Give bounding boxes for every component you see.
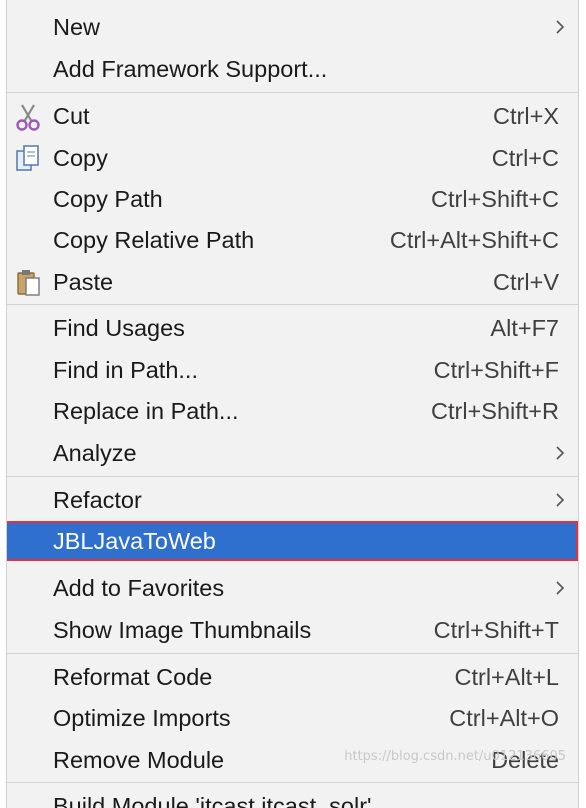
menu-item-reformat-code[interactable]: Reformat Code Ctrl+Alt+L — [7, 657, 578, 697]
menu-item-label: Copy Relative Path — [53, 227, 255, 253]
menu-item-label: Remove Module — [53, 747, 225, 773]
menu-item-label: New — [53, 14, 101, 40]
menu-item-shortcut: Ctrl+Shift+T — [433, 617, 559, 643]
scissors-icon — [16, 104, 40, 131]
menu-item-analyze[interactable]: Analyze — [7, 433, 578, 473]
menu-item-label: Show Image Thumbnails — [53, 617, 312, 643]
menu-item-shortcut: Ctrl+Shift+R — [431, 398, 559, 424]
menu-item-shortcut: Delete — [491, 747, 559, 773]
menu-item-shortcut: Ctrl+V — [493, 269, 559, 295]
chevron-right-icon — [556, 493, 565, 507]
menu-item-label: Paste — [53, 269, 114, 295]
menu-item-add-framework-support[interactable]: Add Framework Support... — [7, 49, 578, 89]
menu-item-label: Reformat Code — [53, 664, 213, 690]
menu-item-build-module[interactable]: Build Module 'itcast itcast_solr' — [7, 786, 578, 808]
menu-item-find-usages[interactable]: Find Usages Alt+F7 — [7, 308, 578, 348]
menu-item-refactor[interactable]: Refactor — [7, 480, 578, 520]
copy-icon — [16, 145, 39, 171]
menu-item-shortcut: Ctrl+Shift+F — [433, 357, 559, 383]
menu-item-label: Build Module 'itcast itcast_solr' — [53, 793, 372, 808]
chevron-right-icon — [556, 446, 565, 460]
menu-item-label: Find Usages — [53, 315, 185, 341]
menu-item-remove-module[interactable]: Remove Module Delete — [7, 740, 578, 780]
menu-item-shortcut: Ctrl+Alt+Shift+C — [389, 227, 559, 253]
menu-item-optimize-imports[interactable]: Optimize Imports Ctrl+Alt+O — [7, 698, 578, 738]
menu-item-copy[interactable]: Copy Ctrl+C — [7, 138, 578, 178]
menu-item-label: Optimize Imports — [53, 705, 231, 731]
chevron-right-icon — [556, 581, 565, 595]
menu-item-shortcut: Ctrl+Shift+C — [431, 186, 559, 212]
menu-item-label: Replace in Path... — [53, 398, 239, 424]
menu-item-shortcut: Ctrl+C — [491, 145, 559, 171]
menu-item-label: Cut — [53, 103, 90, 129]
menu-item-add-to-favorites[interactable]: Add to Favorites — [7, 568, 578, 608]
menu-item-label: JBLJavaToWeb — [53, 528, 216, 554]
menu-item-shortcut: Ctrl+Alt+L — [454, 664, 560, 690]
menu-item-label: Refactor — [53, 487, 142, 513]
menu-item-shortcut: Ctrl+X — [493, 103, 559, 129]
menu-separator — [7, 304, 578, 305]
menu-item-label: Copy — [53, 145, 108, 171]
menu-item-label: Find in Path... — [53, 357, 198, 383]
menu-item-find-in-path[interactable]: Find in Path... Ctrl+Shift+F — [7, 350, 578, 390]
context-menu: New Add Framework Support... Cut Ctrl+X … — [6, 0, 579, 808]
menu-item-new[interactable]: New — [7, 7, 578, 47]
menu-item-paste[interactable]: Paste Ctrl+V — [7, 262, 578, 302]
menu-item-show-image-thumbnails[interactable]: Show Image Thumbnails Ctrl+Shift+T — [7, 610, 578, 650]
menu-separator — [7, 653, 578, 654]
menu-item-cut[interactable]: Cut Ctrl+X — [7, 96, 578, 136]
chevron-right-icon — [556, 20, 565, 34]
menu-item-jbljavatoweb[interactable]: JBLJavaToWeb — [7, 521, 578, 561]
menu-separator — [7, 476, 578, 477]
menu-separator — [7, 782, 578, 783]
menu-item-copy-relative-path[interactable]: Copy Relative Path Ctrl+Alt+Shift+C — [7, 220, 578, 260]
paste-icon — [17, 270, 40, 296]
menu-item-label: Add Framework Support... — [53, 56, 328, 82]
menu-item-label: Analyze — [53, 440, 137, 466]
menu-item-replace-in-path[interactable]: Replace in Path... Ctrl+Shift+R — [7, 391, 578, 431]
menu-separator — [7, 92, 578, 93]
menu-item-copy-path[interactable]: Copy Path Ctrl+Shift+C — [7, 179, 578, 219]
menu-item-shortcut: Ctrl+Alt+O — [449, 705, 559, 731]
menu-item-label: Add to Favorites — [53, 575, 225, 601]
menu-item-label: Copy Path — [53, 186, 163, 212]
menu-item-shortcut: Alt+F7 — [490, 315, 559, 341]
